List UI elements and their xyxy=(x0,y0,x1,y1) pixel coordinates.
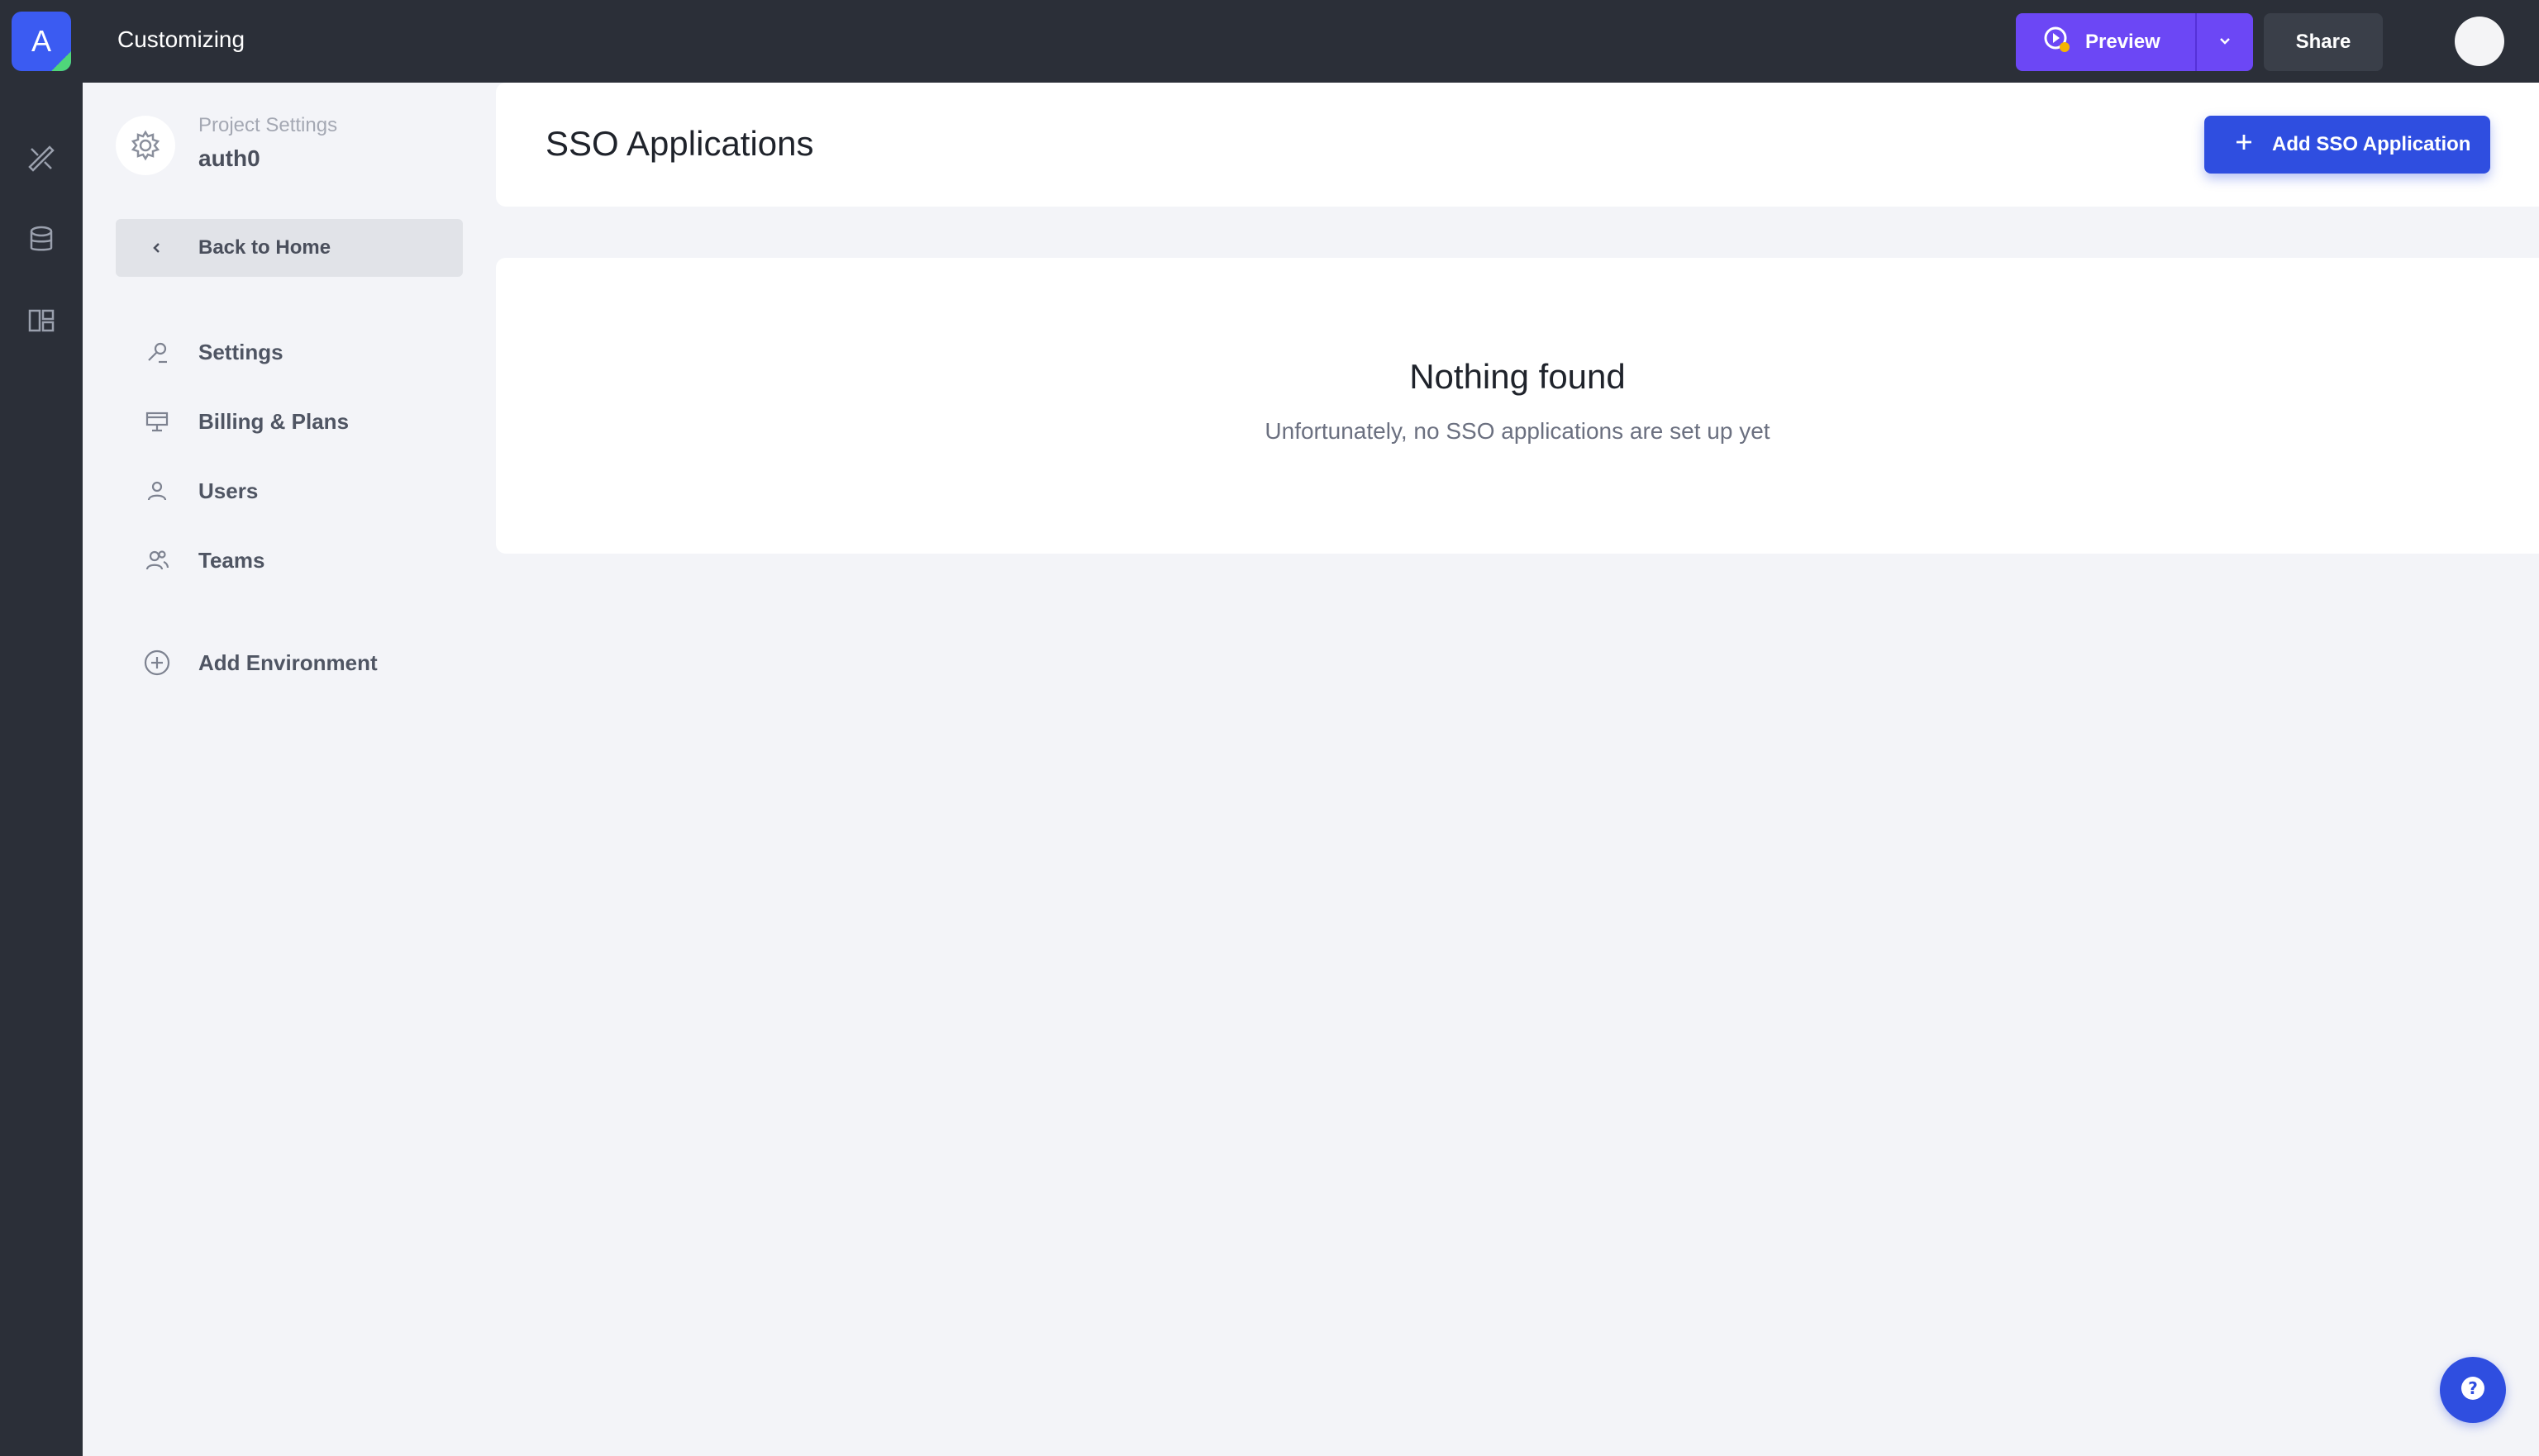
chevron-left-icon xyxy=(116,240,198,255)
back-label: Back to Home xyxy=(198,236,331,259)
plus-icon xyxy=(2234,132,2254,158)
sidebar-item-teams[interactable]: Teams xyxy=(116,535,463,585)
add-sso-label: Add SSO Application xyxy=(2272,133,2471,155)
page-header: SSO Applications Add SSO Application xyxy=(496,83,2539,207)
add-sso-application-button[interactable]: Add SSO Application xyxy=(2204,116,2490,174)
sidebar-item-billing[interactable]: Billing & Plans xyxy=(116,397,463,446)
left-rail xyxy=(0,83,83,1456)
sidebar-item-label: Settings xyxy=(198,339,283,364)
user-icon xyxy=(116,478,198,504)
empty-state-card: Nothing found Unfortunately, no SSO appl… xyxy=(496,258,2539,554)
sidebar-item-label: Users xyxy=(198,478,259,503)
question-icon: ? xyxy=(2459,1374,2487,1406)
sidebar-item-label: Billing & Plans xyxy=(198,408,350,434)
preview-label: Preview xyxy=(2085,31,2160,53)
back-to-home-button[interactable]: Back to Home xyxy=(116,219,463,277)
chevron-down-icon xyxy=(2217,32,2233,53)
sidebar-item-users[interactable]: Users xyxy=(116,466,463,516)
settings-sidebar: Project Settings auth0 Back to Home Sett… xyxy=(83,83,496,1456)
add-environment-label: Add Environment xyxy=(198,649,378,675)
avatar[interactable] xyxy=(2455,17,2504,66)
wrench-icon xyxy=(116,339,198,365)
sidebar-item-label: Teams xyxy=(198,547,265,573)
preview-button[interactable]: Preview xyxy=(2016,13,2197,71)
add-environment-button[interactable]: Add Environment xyxy=(116,638,463,688)
team-icon xyxy=(116,547,198,573)
app-title: Customizing xyxy=(117,26,245,52)
project-settings-caption: Project Settings xyxy=(198,114,338,136)
preview-button-group: Preview xyxy=(2016,13,2253,71)
plus-circle-icon xyxy=(116,649,198,677)
empty-state-subtitle: Unfortunately, no SSO applications are s… xyxy=(1265,418,1770,444)
top-bar: A Customizing Preview Share xyxy=(0,0,2539,83)
billing-icon xyxy=(116,408,198,435)
share-button[interactable]: Share xyxy=(2264,13,2383,71)
help-button[interactable]: ? xyxy=(2440,1357,2506,1423)
page-title: SSO Applications xyxy=(545,124,814,163)
preview-dropdown-button[interactable] xyxy=(2197,13,2253,71)
svg-text:?: ? xyxy=(2468,1378,2478,1398)
app-logo[interactable]: A xyxy=(12,12,71,71)
play-icon xyxy=(2042,25,2072,60)
logo-corner xyxy=(51,51,71,71)
gear-icon xyxy=(116,116,175,175)
project-name: auth0 xyxy=(198,145,260,171)
dashboard-icon[interactable] xyxy=(25,304,58,337)
design-tools-icon[interactable] xyxy=(25,142,58,175)
sidebar-item-settings[interactable]: Settings xyxy=(116,327,463,377)
database-icon[interactable] xyxy=(25,223,58,256)
empty-state-title: Nothing found xyxy=(1409,357,1626,396)
app-logo-letter: A xyxy=(31,24,51,58)
